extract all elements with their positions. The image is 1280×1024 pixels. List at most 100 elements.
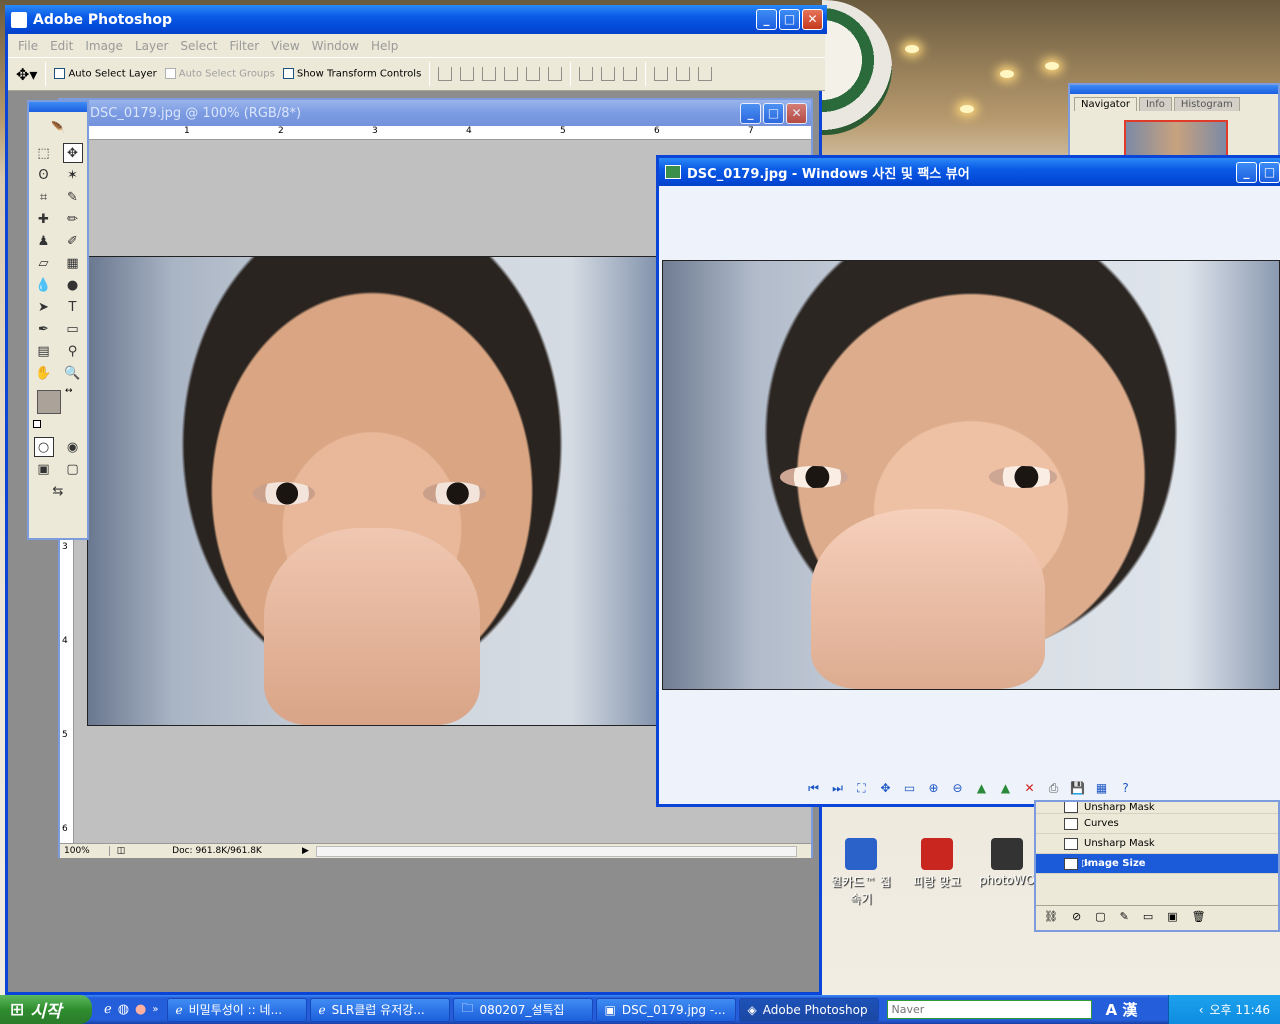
tab-info[interactable]: Info [1138,97,1172,111]
slideshow-icon[interactable]: ▭ [901,779,919,797]
quick-mask-mode-icon[interactable]: ◉ [63,437,83,457]
history-brush-tool-icon[interactable]: ✐ [63,231,83,251]
zoom-out-icon[interactable]: ⊖ [949,779,967,797]
zoom-level[interactable]: 100% [60,846,110,856]
marquee-tool-icon[interactable]: ⬚ [34,143,54,163]
folder-icon[interactable]: ▭ [1143,910,1153,923]
distribute-vcenter-icon[interactable] [601,67,616,81]
align-left-icon[interactable] [504,67,519,81]
move-tool-icon[interactable]: ✥▾ [16,65,37,84]
naver-search-input[interactable] [886,1000,1092,1019]
navigator-palette-titlebar[interactable] [1070,85,1278,94]
tab-histogram[interactable]: Histogram [1173,97,1240,111]
brush-tool-icon[interactable]: ✏ [63,209,83,229]
horizontal-scrollbar[interactable] [316,845,797,857]
next-image-icon[interactable]: ⏭ [829,779,847,797]
align-vcenter-icon[interactable] [460,67,475,81]
taskbar-task[interactable]: ℯ SLR클럽 유저강... [309,997,450,1022]
trash-icon[interactable]: 🗑 [1192,910,1206,923]
align-right-icon[interactable] [548,67,563,81]
actual-size-icon[interactable]: ✥ [877,779,895,797]
taskbar-task-active[interactable]: ◈ Adobe Photoshop [738,997,879,1022]
distribute-left-icon[interactable] [654,67,669,81]
ime-indicator[interactable]: A 漢 [1106,999,1138,1020]
new-layer-icon[interactable]: ▣ [1167,910,1177,923]
delete-icon[interactable]: ✕ [1021,779,1039,797]
desktop-icon-wilcard[interactable]: 윌카드™ 접속기 [826,838,896,907]
brush-icon[interactable]: ✎ [1120,910,1129,923]
quick-launch-expand-icon[interactable]: » [152,1004,158,1015]
history-item[interactable]: Unsharp Mask [1036,802,1278,814]
menu-layer[interactable]: Layer [129,39,174,53]
auto-select-layer-checkbox[interactable]: Auto Select Layer [54,68,157,80]
document-canvas-image[interactable] [87,256,657,726]
menu-help[interactable]: Help [365,39,404,53]
distribute-bottom-icon[interactable] [623,67,638,81]
rotate-counterclockwise-icon[interactable]: ▲ [997,779,1015,797]
hand-tool-icon[interactable]: ✋ [34,363,54,383]
healing-brush-tool-icon[interactable]: ✚ [34,209,54,229]
minimize-button[interactable]: _ [756,9,777,30]
new-snapshot-icon[interactable]: ▢ [1095,910,1105,923]
tray-expand-icon[interactable]: ‹ [1199,1003,1204,1017]
distribute-hcenter-icon[interactable] [676,67,691,81]
quick-launch-media-icon[interactable]: ● [135,1002,146,1017]
zoom-in-icon[interactable]: ⊕ [925,779,943,797]
align-hcenter-icon[interactable] [526,67,541,81]
document-titlebar[interactable]: DSC_0179.jpg @ 100% (RGB/8*) _ □ ✕ [60,100,811,126]
foreground-color-swatch[interactable] [37,390,61,414]
no-entry-icon[interactable]: ⊘ [1072,910,1081,923]
path-selection-tool-icon[interactable]: ➤ [34,297,54,317]
save-icon[interactable]: 💾 [1069,779,1087,797]
maximize-button[interactable]: □ [779,9,800,30]
eyedropper-tool-icon[interactable]: ⚲ [63,341,83,361]
status-menu-icon[interactable]: ◫ [110,846,132,856]
history-item-selected[interactable]: ▷ Image Size [1036,854,1278,874]
desktop-icon-photowo[interactable]: photoWO [972,838,1042,887]
help-icon[interactable]: ? [1117,779,1135,797]
jump-to-imageready-icon[interactable]: ⇆ [48,481,68,501]
doc-close-button[interactable]: ✕ [786,103,807,124]
menu-select[interactable]: Select [174,39,223,53]
menu-image[interactable]: Image [79,39,129,53]
align-bottom-icon[interactable] [482,67,497,81]
standard-mode-icon[interactable]: ○ [33,437,54,457]
close-button[interactable]: ✕ [802,9,823,30]
gradient-tool-icon[interactable]: ▦ [63,253,83,273]
slice-tool-icon[interactable]: ✎ [63,187,83,207]
menu-edit[interactable]: Edit [44,39,79,53]
photoshop-titlebar[interactable]: Adobe Photoshop _ □ ✕ [5,5,827,34]
history-item[interactable]: Unsharp Mask [1036,834,1278,854]
dodge-tool-icon[interactable]: ● [63,275,83,295]
crop-tool-icon[interactable]: ⌗ [34,187,54,207]
viewer-titlebar[interactable]: DSC_0179.jpg - Windows 사진 및 팩스 뷰어 _ □ [659,158,1280,186]
default-colors-icon[interactable] [33,420,41,428]
doc-maximize-button[interactable]: □ [763,103,784,124]
rotate-clockwise-icon[interactable]: ▲ [973,779,991,797]
screen-mode-full-icon[interactable]: ▢ [63,459,83,479]
menu-view[interactable]: View [265,39,305,53]
pen-tool-icon[interactable]: ✒ [34,319,54,339]
distribute-top-icon[interactable] [579,67,594,81]
clone-stamp-tool-icon[interactable]: ♟ [34,231,54,251]
auto-select-groups-checkbox[interactable]: Auto Select Groups [164,68,275,80]
magic-wand-tool-icon[interactable]: ✶ [63,165,83,185]
menu-file[interactable]: File [12,39,44,53]
zoom-tool-icon[interactable]: 🔍 [63,363,83,383]
move-tool-icon[interactable]: ✥ [62,143,83,163]
status-arrow-icon[interactable]: ▶ [302,846,316,856]
show-transform-controls-checkbox[interactable]: Show Transform Controls [282,68,421,80]
feather-logo-icon[interactable]: 🪶 [29,112,87,142]
viewer-maximize-button[interactable]: □ [1259,162,1280,183]
taskbar-task[interactable]: 🗀 080207_설특집 [452,997,593,1022]
desktop-icon-matgo[interactable]: 피랑 맞고 [902,838,972,890]
lasso-tool-icon[interactable]: ʘ [34,165,54,185]
quick-launch-browser-icon[interactable]: ◍ [118,1002,129,1017]
open-for-editing-icon[interactable]: ▦ [1093,779,1111,797]
type-tool-icon[interactable]: T [63,297,83,317]
tab-navigator[interactable]: Navigator [1074,97,1137,111]
doc-minimize-button[interactable]: _ [740,103,761,124]
viewer-minimize-button[interactable]: _ [1236,162,1257,183]
screen-mode-standard-icon[interactable]: ▣ [34,459,54,479]
taskbar-task[interactable]: ▣ DSC_0179.jpg -... [595,997,736,1022]
